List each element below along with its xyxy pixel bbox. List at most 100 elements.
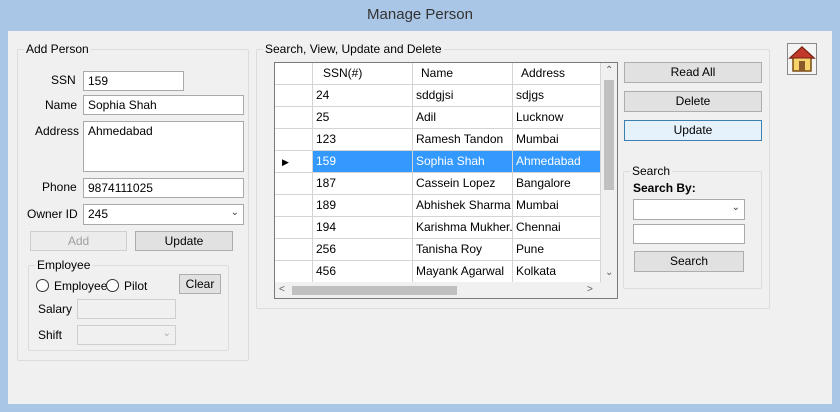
search-group: Search Search By: ⌄ Search [623,164,762,289]
cell-ssn[interactable]: 25 [313,107,413,129]
vertical-scrollbar[interactable]: ⌃ ⌄ [601,63,617,282]
ssn-label: SSN [51,73,76,87]
owner-id-value: 245 [88,207,109,221]
search-button[interactable]: Search [634,251,744,272]
shift-select[interactable]: ⌄ [77,325,176,345]
owner-id-label: Owner ID [27,207,78,221]
cell-name[interactable]: Abhishek Sharma [413,195,513,217]
update-person-button[interactable]: Update [135,231,233,251]
row-header[interactable] [275,173,313,195]
cell-address[interactable]: Lucknow [513,107,601,129]
delete-button[interactable]: Delete [624,91,762,112]
column-header-name[interactable]: Name [413,63,513,85]
search-view-group-title: Search, View, Update and Delete [263,42,444,56]
horizontal-scrollbar[interactable]: < > [275,282,601,298]
cell-name[interactable]: Cassein Lopez [413,173,513,195]
cell-ssn[interactable]: 24 [313,85,413,107]
cell-address[interactable]: Kolkata [513,261,601,283]
current-row-indicator-icon: ▶ [282,157,289,167]
name-label: Name [45,98,78,112]
row-header[interactable] [275,261,313,283]
pilot-radio[interactable] [106,279,119,292]
home-button[interactable] [787,43,817,75]
add-person-group-title: Add Person [24,42,91,56]
cell-ssn[interactable]: 159 [313,151,413,173]
chevron-down-icon: ⌄ [731,202,740,213]
scroll-right-icon[interactable]: > [587,285,593,295]
home-icon [788,45,816,72]
add-button[interactable]: Add [30,231,127,251]
cell-name[interactable]: Sophia Shah [413,151,513,173]
cell-name[interactable]: Tanisha Roy [413,239,513,261]
ssn-field[interactable]: 159 [83,71,184,91]
read-all-button[interactable]: Read All [624,62,762,83]
salary-field[interactable] [77,299,176,319]
chevron-down-icon: ⌄ [230,207,239,218]
table-row[interactable]: 189 Abhishek Sharma Mumbai [275,195,601,217]
shift-label: Shift [38,328,63,342]
salary-label: Salary [38,302,73,316]
person-data-grid[interactable]: SSN(#) Name Address 24 sddgjsi sdjgs 25 Adil… [274,62,618,299]
table-row[interactable]: 25 Adil Lucknow [275,107,601,129]
column-header-ssn[interactable]: SSN(#) [313,63,413,85]
scroll-up-icon[interactable]: ⌃ [605,66,613,76]
table-row[interactable]: 194 Karishma Mukher... Chennai [275,217,601,239]
cell-ssn[interactable]: 194 [313,217,413,239]
owner-id-select[interactable]: 245 ⌄ [83,204,244,225]
cell-address[interactable]: Chennai [513,217,601,239]
row-header[interactable] [275,85,313,107]
name-field[interactable]: Sophia Shah [83,95,244,115]
cell-address[interactable]: sdjgs [513,85,601,107]
search-by-select[interactable]: ⌄ [633,199,745,220]
table-row[interactable]: 187 Cassein Lopez Bangalore [275,173,601,195]
pilot-radio-label[interactable]: Pilot [124,279,147,293]
window-client-area: Add Person SSN 159 Name Sophia Shah Addr… [8,31,832,404]
cell-address[interactable]: Bangalore [513,173,601,195]
address-field[interactable]: Ahmedabad [83,121,244,172]
vertical-scroll-thumb[interactable] [604,80,614,190]
cell-address[interactable]: Pune [513,239,601,261]
clear-button[interactable]: Clear [179,274,221,294]
employee-radio[interactable] [36,279,49,292]
row-header[interactable] [275,239,313,261]
phone-field[interactable]: 9874111025 [83,178,244,198]
cell-name[interactable]: Ramesh Tandon [413,129,513,151]
phone-label: Phone [42,180,77,194]
table-row[interactable]: ▶ 159 Sophia Shah Ahmedabad [275,151,601,173]
window-title: Manage Person [367,6,473,23]
table-row[interactable]: 256 Tanisha Roy Pune [275,239,601,261]
column-header-address[interactable]: Address [513,63,601,85]
scroll-down-icon[interactable]: ⌄ [605,268,613,278]
cell-address[interactable]: Mumbai [513,129,601,151]
chevron-down-icon: ⌄ [162,328,171,339]
cell-address[interactable]: Mumbai [513,195,601,217]
row-header[interactable] [275,217,313,239]
horizontal-scroll-thumb[interactable] [292,286,457,295]
cell-name[interactable]: Mayank Agarwal [413,261,513,283]
cell-name[interactable]: Karishma Mukher... [413,217,513,239]
employee-radio-label[interactable]: Employee [54,279,107,293]
cell-ssn[interactable]: 189 [313,195,413,217]
table-row[interactable]: 123 Ramesh Tandon Mumbai [275,129,601,151]
row-header[interactable] [275,129,313,151]
row-header[interactable] [275,195,313,217]
search-group-title: Search [630,164,673,178]
row-header-corner [275,63,313,85]
update-record-button[interactable]: Update [624,120,762,141]
table-row[interactable]: 456 Mayank Agarwal Kolkata [275,261,601,283]
table-row[interactable]: 24 sddgjsi sdjgs [275,85,601,107]
cell-ssn[interactable]: 456 [313,261,413,283]
cell-name[interactable]: Adil [413,107,513,129]
scroll-left-icon[interactable]: < [279,285,285,295]
cell-ssn[interactable]: 256 [313,239,413,261]
cell-ssn[interactable]: 187 [313,173,413,195]
search-input[interactable] [633,224,745,244]
cell-address[interactable]: Ahmedabad [513,151,601,173]
search-by-label: Search By: [633,181,696,195]
cell-ssn[interactable]: 123 [313,129,413,151]
address-label: Address [35,124,80,138]
row-header[interactable] [275,107,313,129]
employee-group-title: Employee [35,258,93,272]
cell-name[interactable]: sddgjsi [413,85,513,107]
row-header[interactable]: ▶ [275,151,313,173]
